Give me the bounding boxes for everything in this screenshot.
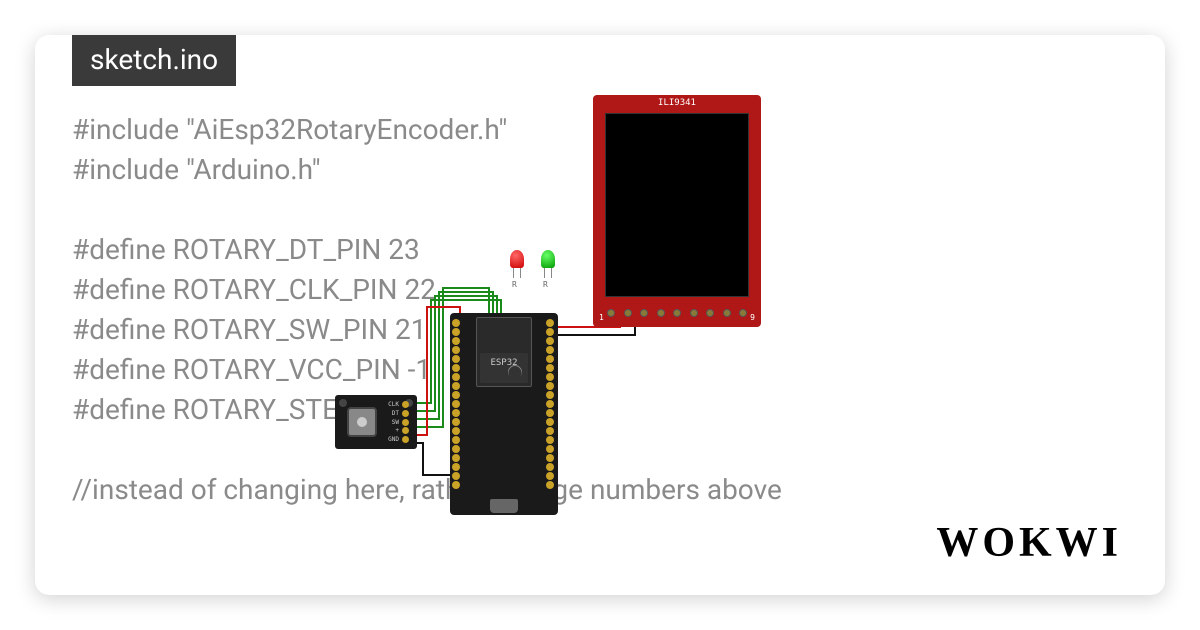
led-leg <box>513 268 514 278</box>
lcd-pin <box>706 309 714 317</box>
esp32-pin <box>546 400 554 408</box>
esp32-pin <box>452 337 460 345</box>
rotary-pin-label: CLK <box>385 401 399 408</box>
esp32-pin <box>546 427 554 435</box>
esp32-pin <box>546 409 554 417</box>
lcd-pin-row <box>607 303 747 323</box>
rotary-pin-label: DT <box>385 410 399 417</box>
esp32-pin <box>452 427 460 435</box>
rotary-pin-hole <box>402 410 409 417</box>
rotary-pin-label: + <box>385 427 399 434</box>
esp32-pin <box>452 445 460 453</box>
esp32-pin <box>546 337 554 345</box>
lcd-pin <box>723 309 731 317</box>
lcd-model-label: ILI9341 <box>593 98 761 108</box>
wokwi-logo-text: WOKWI <box>936 520 1122 566</box>
lcd-ili9341[interactable]: ILI9341 1 9 <box>593 95 761 327</box>
lcd-pin <box>624 309 632 317</box>
esp32-pin <box>546 373 554 381</box>
esp32-pins-left <box>452 319 462 489</box>
led-green-label: R <box>543 280 548 289</box>
esp32-pin <box>546 355 554 363</box>
esp32-pin <box>452 319 460 327</box>
file-tab-label: sketch.ino <box>90 43 218 76</box>
rotary-pin-hole <box>402 401 409 408</box>
lcd-pin <box>607 309 615 317</box>
lcd-pin <box>690 309 698 317</box>
led-red-label: R <box>512 280 517 289</box>
led-leg <box>544 268 545 278</box>
esp32-pin <box>452 463 460 471</box>
esp32-pin <box>546 481 554 489</box>
lcd-pin <box>673 309 681 317</box>
esp32-pin <box>452 418 460 426</box>
esp32-pin <box>452 472 460 480</box>
esp32-pin <box>452 355 460 363</box>
esp32-pin <box>546 364 554 372</box>
lcd-screen <box>605 113 749 297</box>
esp32-pin <box>452 454 460 462</box>
file-tab[interactable]: sketch.ino <box>72 35 236 86</box>
esp32-pin <box>452 391 460 399</box>
project-card: sketch.ino #include "AiEsp32RotaryEncode… <box>35 35 1165 595</box>
esp32-pin <box>452 328 460 336</box>
rotary-pins: CLK DT SW+ GND <box>385 401 415 443</box>
esp32-pin <box>546 391 554 399</box>
rotary-pin-label: SW <box>385 419 399 426</box>
esp32-pin <box>546 436 554 444</box>
lcd-pin-label-right: 9 <box>750 313 755 322</box>
esp32-pin <box>452 400 460 408</box>
lcd-pin <box>657 309 665 317</box>
lcd-pin-label-left: 1 <box>599 313 604 322</box>
esp32-board[interactable]: ESP32 <box>450 313 558 515</box>
esp32-pin <box>546 346 554 354</box>
rotary-pin-row: CLK <box>385 401 415 408</box>
wokwi-logo: WOKWI <box>936 519 1122 567</box>
led-leg <box>551 268 552 278</box>
rotary-pin-hole <box>402 436 409 443</box>
rotary-pin-row: GND <box>385 436 415 443</box>
esp32-pin <box>452 481 460 489</box>
esp32-pins-right <box>546 319 556 489</box>
esp32-pin <box>546 463 554 471</box>
esp32-usb-port <box>490 499 518 513</box>
rotary-pin-row: DT <box>385 410 415 417</box>
rotary-pin-label: GND <box>385 436 399 443</box>
esp32-pin <box>546 382 554 390</box>
esp32-pin <box>546 319 554 327</box>
led-leg <box>520 268 521 278</box>
esp32-pin <box>452 346 460 354</box>
lcd-pin <box>739 309 747 317</box>
rotary-pin-hole <box>402 419 409 426</box>
esp32-pin <box>452 364 460 372</box>
esp32-pin <box>546 454 554 462</box>
esp32-pin <box>546 328 554 336</box>
rotary-pin-row: SW <box>385 419 415 426</box>
led-red[interactable]: R <box>510 250 524 268</box>
esp32-pin <box>546 472 554 480</box>
rotary-pin-row: + <box>385 427 415 434</box>
esp32-pin <box>452 373 460 381</box>
circuit-canvas: ILI9341 1 9 R R ESP32 <box>335 95 895 525</box>
lcd-pin <box>640 309 648 317</box>
esp32-pin <box>452 409 460 417</box>
rotary-encoder[interactable]: CLK DT SW+ GND <box>335 395 417 449</box>
esp32-pin <box>546 418 554 426</box>
esp32-pin <box>452 382 460 390</box>
rotary-pin-hole <box>402 427 409 434</box>
esp32-pin <box>546 445 554 453</box>
mount-hole <box>339 399 347 407</box>
rotary-knob[interactable] <box>347 407 377 437</box>
esp32-pin <box>452 436 460 444</box>
led-green[interactable]: R <box>541 250 555 268</box>
